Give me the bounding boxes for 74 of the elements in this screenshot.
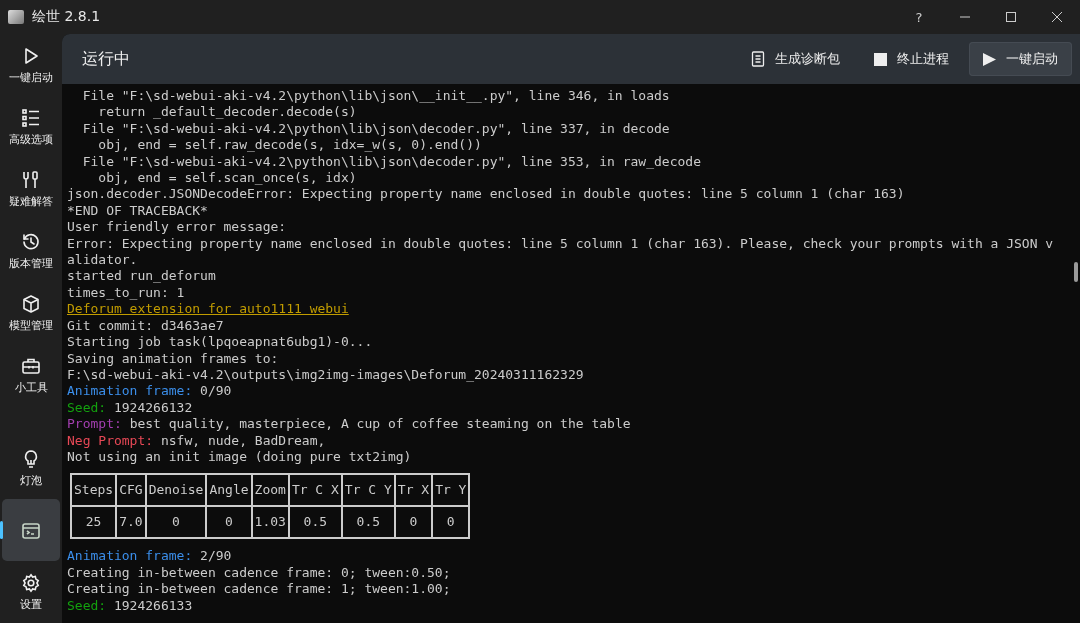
sidebar-item[interactable]	[2, 499, 60, 561]
action-button[interactable]: 终止进程	[860, 42, 963, 76]
table-cell: 25	[71, 506, 117, 539]
table-header: Tr C X	[288, 474, 342, 507]
table-cell: 0	[432, 506, 470, 539]
log-line: json.decoder.JSONDecodeError: Expecting property name enclosed in double quotes: line 5 column 1 (char 163)	[67, 186, 905, 203]
log-line: Seed: 1924266132	[67, 399, 193, 417]
table-cell: 1.03	[251, 506, 289, 539]
log-line: times_to_run: 1	[67, 284, 185, 302]
table-cell: 0	[394, 506, 433, 539]
log-line: *END OF TRACEBACK*	[67, 202, 208, 220]
table-cell: 0	[206, 506, 252, 539]
sidebar-item[interactable]: 一键启动	[2, 34, 60, 96]
table-cell: 0.5	[341, 506, 395, 539]
table-cell: 0.5	[288, 506, 342, 539]
table-header: Zoom	[251, 474, 289, 507]
log-line: Creating in-between cadence frame: 1; tween:1.00;	[67, 581, 451, 598]
close-icon	[1051, 11, 1063, 23]
table-header: CFG	[116, 474, 146, 507]
sidebar-item[interactable]: 疑难解答	[2, 158, 60, 220]
log-line: User friendly error message:	[67, 219, 287, 236]
window-title: 绘世 2.8.1	[32, 8, 101, 26]
log-line: started run_deforum	[67, 268, 216, 285]
scrollbar[interactable]	[1074, 262, 1078, 282]
sidebar-item[interactable]: 高级选项	[2, 96, 60, 158]
document-icon	[751, 51, 765, 67]
tools-icon	[21, 170, 41, 190]
log-line: File "F:\sd-webui-aki-v4.2\python\lib\json\__init__.py", line 346, in loads	[81, 88, 670, 105]
log-line: Animation frame: 0/90	[67, 383, 232, 400]
list-icon	[21, 108, 41, 128]
maximize-icon	[1005, 11, 1017, 23]
settings-icon	[21, 573, 41, 593]
log-line: obj, end = self.scan_once(s, idx)	[97, 170, 357, 187]
console-icon	[21, 520, 41, 541]
log-line: Neg Prompt: nsfw, nude, BadDream,	[67, 432, 326, 449]
sidebar-item[interactable]: 版本管理	[2, 220, 60, 282]
action-button[interactable]: 一键启动	[969, 42, 1072, 76]
log-line: obj, end = self.raw_decode(s, idx=_w(s, 0).end())	[97, 137, 482, 154]
log-line: Error: Expecting property name enclosed in double quotes: line 5 column 1 (char 163). Please, check your prompts with a JSON v	[67, 235, 1054, 253]
stop-icon	[874, 52, 887, 66]
app-logo	[8, 10, 24, 24]
action-button[interactable]: 生成诊断包	[737, 42, 854, 76]
sidebar-item[interactable]: 模型管理	[2, 282, 60, 344]
table-header: Tr Y	[432, 474, 470, 507]
table-header: Tr X	[394, 474, 433, 507]
log-line: F:\sd-webui-aki-v4.2\outputs\img2img-images\Deforum_20240311162329	[67, 366, 584, 384]
log-line: Creating in-between cadence frame: 0; tween:0.50;	[67, 564, 451, 582]
history-icon	[21, 232, 41, 252]
help-button[interactable]: ?	[896, 0, 942, 34]
log-line: alidator.	[67, 252, 138, 269]
sidebar-item[interactable]: 设置	[2, 561, 60, 623]
table-header: Denoise	[145, 474, 207, 507]
sidebar-item[interactable]: 灯泡	[2, 437, 60, 499]
table-cell: 0	[145, 506, 207, 539]
log-line: return _default_decoder.decode(s)	[97, 104, 357, 121]
log-line: Animation frame: 2/90	[67, 548, 232, 565]
table-header: Tr C Y	[341, 474, 395, 507]
log-line: Not using an init image (doing pure txt2img)	[67, 448, 412, 466]
toolbox-icon	[21, 356, 41, 376]
log-line: Git commit: d3463ae7	[67, 317, 224, 335]
log-line: Prompt: best quality, masterpiece, A cup of coffee steaming on the table	[67, 416, 631, 433]
log-line: File "F:\sd-webui-aki-v4.2\python\lib\json\decoder.py", line 337, in decode	[81, 120, 670, 138]
page-title: 运行中	[82, 48, 130, 70]
log-line: File "F:\sd-webui-aki-v4.2\python\lib\json\decoder.py", line 353, in raw_decode	[81, 153, 701, 171]
sidebar-item[interactable]: 小工具	[2, 344, 60, 406]
table-cell: 7.0	[116, 506, 146, 539]
log-line: Saving animation frames to:	[67, 350, 279, 367]
log-link[interactable]: Deforum extension for auto1111 webui	[67, 301, 349, 318]
table-header: Steps	[71, 474, 117, 507]
cube-icon	[21, 294, 41, 314]
play-icon	[983, 52, 996, 66]
log-line: Starting job task(lpqoeapnat6ubg1)-0...	[67, 334, 373, 351]
log-line: Seed: 1924266133	[67, 597, 193, 614]
table-header: Angle	[206, 474, 252, 507]
